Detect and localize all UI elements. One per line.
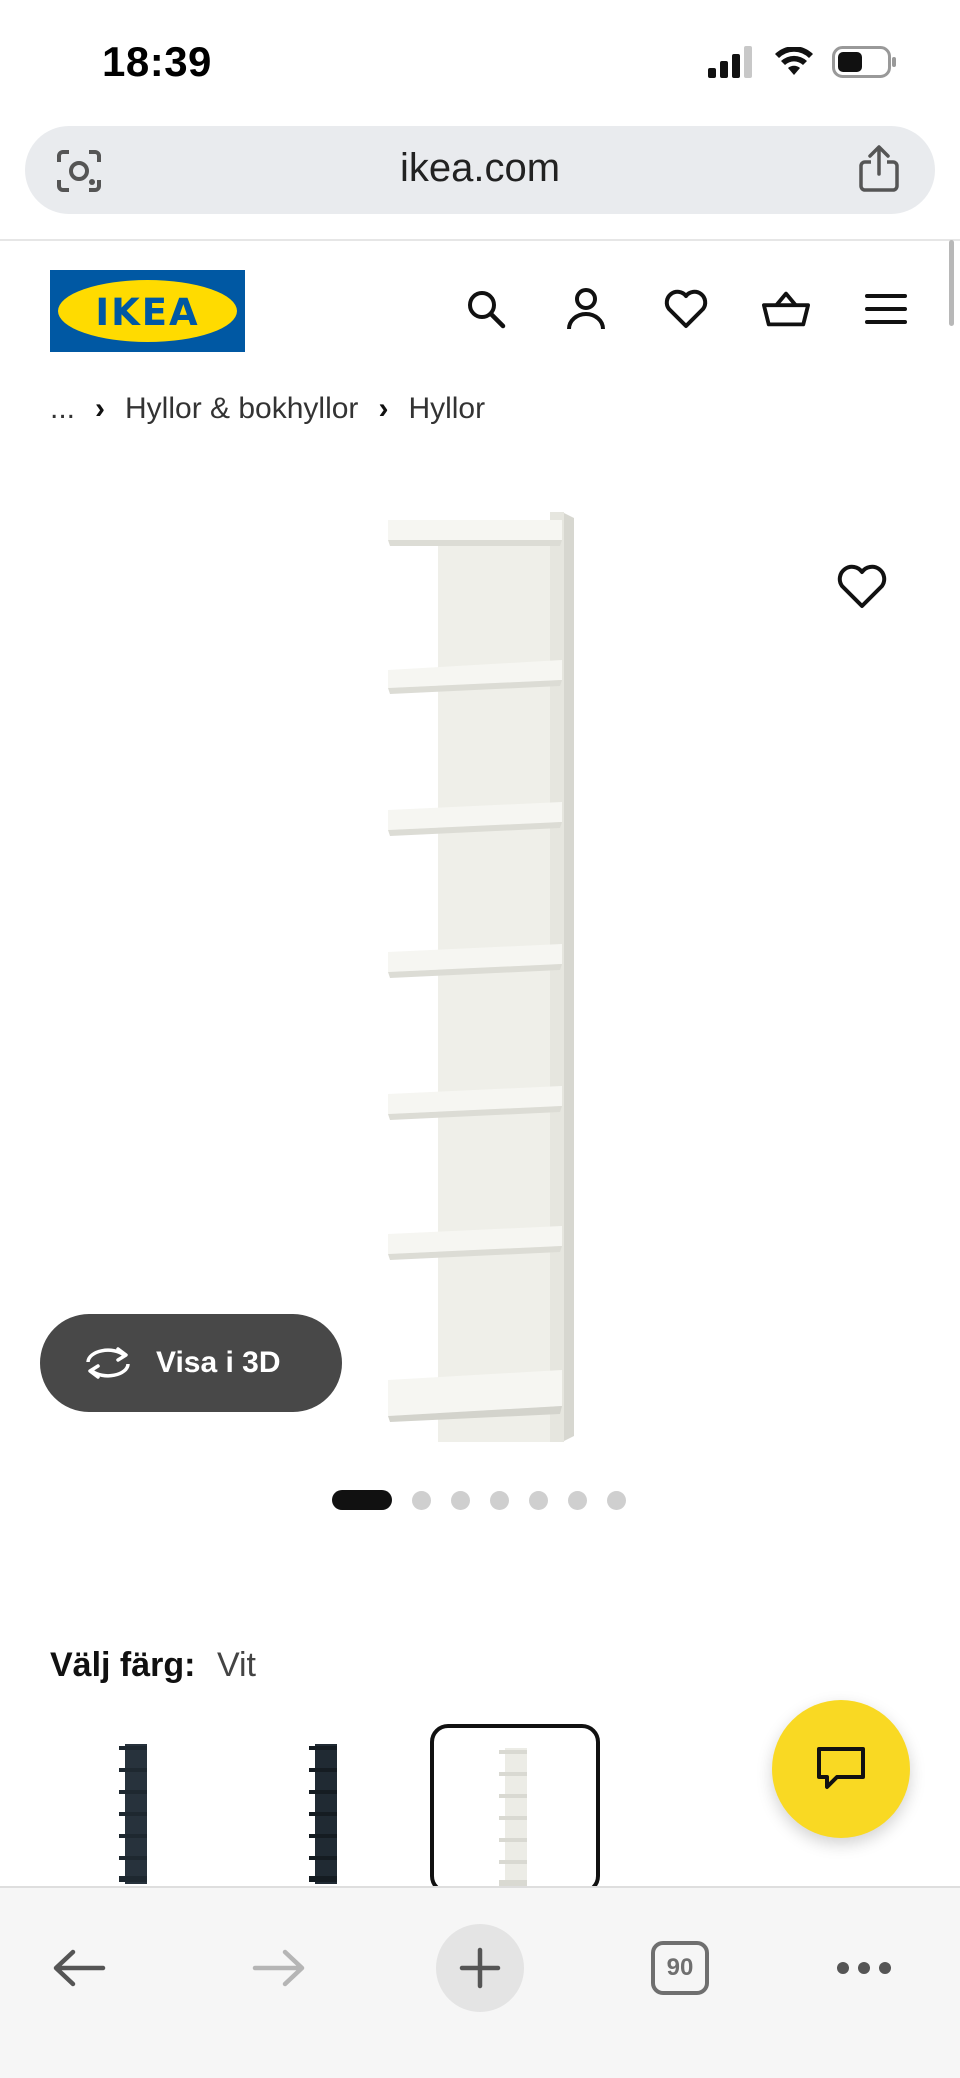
shelf-board [388,1370,562,1422]
breadcrumb-item[interactable]: Hyllor & bokhyllor [125,392,358,426]
carousel-dot[interactable] [607,1490,626,1510]
scrollbar[interactable] [949,240,954,326]
view-in-3d-label: Visa i 3D [156,1346,281,1379]
menu-button[interactable] [862,285,910,333]
tab-switcher-button[interactable]: 90 [650,1928,710,2008]
carousel-dot-active[interactable] [332,1490,392,1510]
carousel-dot[interactable] [412,1490,431,1510]
carousel-dot[interactable] [451,1490,470,1510]
view-in-3d-button[interactable]: Visa i 3D [40,1314,342,1412]
hamburger-menu-icon [865,294,907,324]
tab-count: 90 [651,1941,709,1995]
chevron-right-icon: › [378,392,389,425]
logo-text: IKEA [95,291,200,334]
chevron-right-icon: › [95,392,106,425]
status-bar: 18:39 [0,0,960,118]
selected-color: Vit [216,1646,257,1684]
heart-icon [837,564,887,608]
carousel-dot[interactable] [568,1490,587,1510]
breadcrumb: ... › Hyllor & bokhyllor › Hyllor [50,392,485,426]
header-nav [462,285,910,333]
more-menu-button[interactable] [834,1928,894,2008]
wifi-icon [775,47,813,75]
new-tab-button[interactable] [436,1924,524,2012]
clock: 18:39 [102,38,212,85]
product-thumbnail [499,1748,527,1888]
forward-button[interactable] [244,1928,314,2008]
heart-icon [664,289,708,328]
back-button[interactable] [44,1928,114,2008]
plus-icon [459,1947,501,1989]
battery-icon [832,46,896,78]
save-to-favourites-button[interactable] [836,564,888,615]
favourites-button[interactable] [662,285,710,333]
share-icon[interactable] [857,144,901,194]
search-icon [468,291,506,329]
color-swatch-white-selected[interactable] [430,1724,600,1894]
color-selection: Välj färg: Vit [50,1646,256,1685]
cart-button[interactable] [762,285,810,333]
carousel-indicator [332,1490,626,1510]
color-swatch-dark-blue[interactable] [50,1724,220,1894]
carousel-dot[interactable] [490,1490,509,1510]
browser-toolbar: 90 [0,1886,960,2078]
color-swatch-black-brown[interactable] [240,1724,410,1894]
color-swatch-list [50,1724,600,1894]
more-dots-icon [837,1962,891,1974]
shelf-board [388,520,562,546]
ikea-logo[interactable]: IKEA [50,270,245,352]
chat-bubble-icon [817,1747,865,1789]
rotate-3d-icon [82,1346,134,1380]
carousel-dot[interactable] [529,1490,548,1510]
arrow-left-icon [53,1949,106,1987]
toolbar-divider [0,239,960,241]
arrow-right-icon [252,1949,305,1987]
cellular-signal-icon [708,46,752,78]
search-button[interactable] [462,285,510,333]
url-text[interactable]: ikea.com [25,146,935,191]
breadcrumb-ellipsis[interactable]: ... [50,392,75,426]
product-thumbnail [119,1744,147,1884]
product-thumbnail [309,1744,337,1884]
chat-button[interactable] [772,1700,910,1838]
address-bar[interactable]: ikea.com [25,126,935,214]
shopping-bag-icon [762,291,810,327]
account-button[interactable] [562,285,610,333]
user-icon [567,288,605,330]
product-image[interactable] [380,510,580,1450]
breadcrumb-item[interactable]: Hyllor [408,392,485,426]
color-label: Välj färg: [50,1646,196,1684]
status-icons [708,46,898,78]
